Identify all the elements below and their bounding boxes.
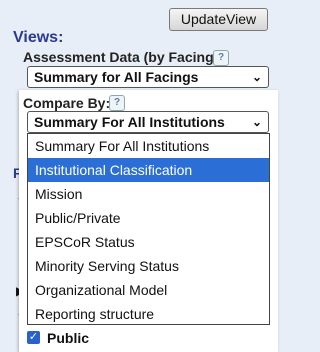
views-heading: Views: (13, 29, 64, 46)
compare-by-select[interactable]: Summary For All Institutions ⌄ (27, 111, 269, 133)
assessment-data-value: Summary for All Facings (34, 69, 199, 85)
update-view-button[interactable]: UpdateView (169, 8, 268, 31)
dropdown-option[interactable]: Public/Private (28, 206, 269, 230)
dropdown-option[interactable]: EPSCoR Status (28, 230, 269, 254)
public-checkbox-label: Public (47, 330, 90, 346)
dropdown-option[interactable]: Summary For All Institutions (28, 134, 269, 158)
dropdown-option[interactable]: Mission (28, 182, 269, 206)
compare-by-dropdown-list: Summary For All Institutions Institution… (27, 133, 270, 325)
dropdown-option[interactable]: Organizational Model (28, 278, 269, 302)
assessment-data-label: Assessment Data (by Facing): (23, 49, 223, 65)
dropdown-option[interactable]: Reporting structure (28, 302, 269, 326)
help-icon[interactable]: ? (213, 50, 229, 66)
public-checkbox[interactable]: ✓ (27, 331, 40, 344)
chevron-down-icon: ⌄ (251, 70, 262, 84)
assessment-data-select[interactable]: Summary for All Facings ⌄ (27, 66, 269, 88)
compare-by-value: Summary For All Institutions (34, 114, 225, 130)
chevron-down-icon: ⌄ (251, 115, 262, 129)
help-icon[interactable]: ? (109, 95, 125, 111)
dropdown-option-highlighted[interactable]: Institutional Classification (28, 158, 269, 182)
compare-by-label: Compare By: (23, 95, 111, 111)
dropdown-option[interactable]: Minority Serving Status (28, 254, 269, 278)
